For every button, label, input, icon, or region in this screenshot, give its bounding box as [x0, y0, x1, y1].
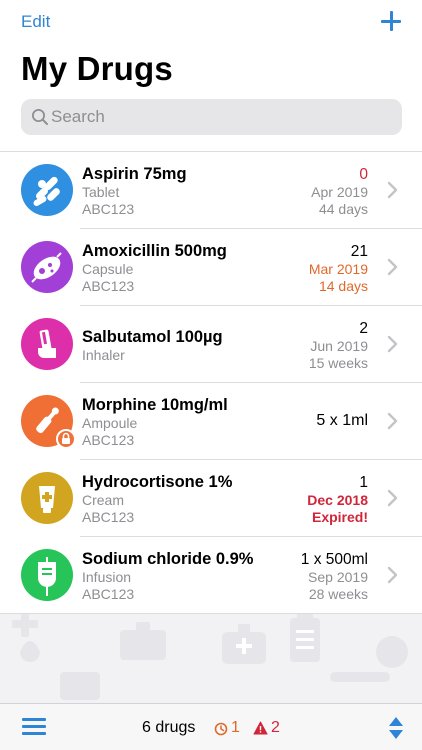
drug-name: Sodium chloride 0.9% [82, 550, 254, 568]
warning-icon [253, 721, 268, 735]
chevron-right-icon [387, 566, 398, 584]
drug-quantity: 0 [359, 166, 368, 183]
clock-icon [214, 722, 228, 736]
drug-row-amoxicillin[interactable]: Amoxicillin 500mg Capsule ABC123 21 Mar … [0, 229, 422, 306]
drug-batch: ABC123 [82, 201, 135, 217]
page-title: My Drugs [21, 50, 173, 87]
edit-button[interactable]: Edit [21, 12, 50, 32]
drug-expiry: Apr 2019 [311, 184, 368, 200]
search-bar[interactable] [21, 99, 402, 135]
navigation-bar: Edit [0, 0, 422, 44]
drug-avatar [21, 395, 76, 449]
chevron-right-icon [387, 181, 398, 199]
drug-quantity: 21 [350, 243, 368, 260]
drug-quantity: 2 [359, 320, 368, 337]
drug-expiry: Dec 2018 [307, 492, 368, 508]
drug-batch: ABC123 [82, 278, 135, 294]
drug-remaining: 14 days [318, 278, 368, 294]
row-divider [0, 613, 422, 614]
inhaler-icon [38, 329, 56, 358]
pills-icon [33, 176, 60, 206]
chevron-right-icon [387, 489, 398, 507]
drug-avatar [21, 164, 73, 216]
add-drug-button[interactable] [378, 8, 404, 34]
drug-form: Ampoule [82, 415, 138, 431]
drug-name: Morphine 10mg/ml [82, 396, 228, 414]
drug-avatar [21, 241, 73, 293]
drug-quantity: 1 x 500ml [300, 551, 368, 568]
chevron-right-icon [387, 258, 398, 276]
drug-remaining: 28 weeks [308, 586, 368, 602]
drug-row-morphine[interactable]: Morphine 10mg/ml Ampoule ABC123 5 x 1ml [0, 383, 422, 460]
iv-bag-icon [38, 557, 56, 596]
drug-name: Hydrocortisone 1% [82, 473, 233, 491]
lock-icon [56, 429, 76, 449]
drug-quantity: 5 x 1ml [316, 412, 368, 429]
expired-count[interactable]: 2 [271, 719, 280, 737]
drug-batch: ABC123 [82, 432, 135, 448]
chevron-right-icon [387, 335, 398, 353]
drug-row-aspirin[interactable]: Aspirin 75mg Tablet ABC123 0 Apr 2019 44… [0, 152, 422, 229]
drug-batch: ABC123 [82, 509, 135, 525]
menu-icon[interactable] [22, 718, 46, 736]
drug-form: Cream [82, 492, 125, 508]
expiring-soon-count[interactable]: 1 [231, 719, 240, 737]
drug-row-salbutamol[interactable]: Salbutamol 100µg Inhaler 2 Jun 2019 15 w… [0, 306, 422, 383]
drug-count: 6 drugs [142, 719, 196, 736]
drug-name: Aspirin 75mg [82, 165, 187, 183]
drug-remaining: Expired! [311, 509, 368, 525]
drug-expiry: Mar 2019 [308, 261, 368, 277]
drug-form: Infusion [82, 569, 132, 585]
cream-tube-icon [39, 486, 55, 513]
drug-quantity: 1 [359, 474, 368, 491]
drug-form: Capsule [82, 261, 134, 277]
drug-name: Salbutamol 100µg [82, 328, 223, 346]
drug-expiry: Sep 2019 [308, 569, 368, 585]
drug-remaining: 44 days [318, 201, 368, 217]
sort-icon[interactable] [388, 716, 404, 740]
drug-list[interactable]: Aspirin 75mg Tablet ABC123 0 Apr 2019 44… [0, 151, 422, 703]
capsule-bacteria-icon [31, 252, 62, 283]
drug-remaining: 15 weeks [308, 355, 368, 371]
drug-name: Amoxicillin 500mg [82, 242, 227, 260]
drug-rows: Aspirin 75mg Tablet ABC123 0 Apr 2019 44… [0, 152, 422, 614]
drug-expiry: Jun 2019 [310, 338, 368, 354]
drug-avatar [21, 318, 73, 370]
drug-form: Inhaler [82, 347, 125, 363]
drug-avatar [21, 549, 73, 601]
drug-avatar [21, 472, 73, 524]
drug-row-hydrocortisone[interactable]: Hydrocortisone 1% Cream ABC123 1 Dec 201… [0, 460, 422, 537]
drug-form: Tablet [82, 184, 120, 200]
bottom-toolbar: 6 drugs 1 2 [0, 703, 422, 750]
drug-row-sodium-chloride[interactable]: Sodium chloride 0.9% Infusion ABC123 1 x… [0, 537, 422, 614]
search-icon [32, 109, 48, 125]
chevron-right-icon [387, 412, 398, 430]
search-input[interactable] [51, 99, 391, 135]
drug-batch: ABC123 [82, 586, 135, 602]
